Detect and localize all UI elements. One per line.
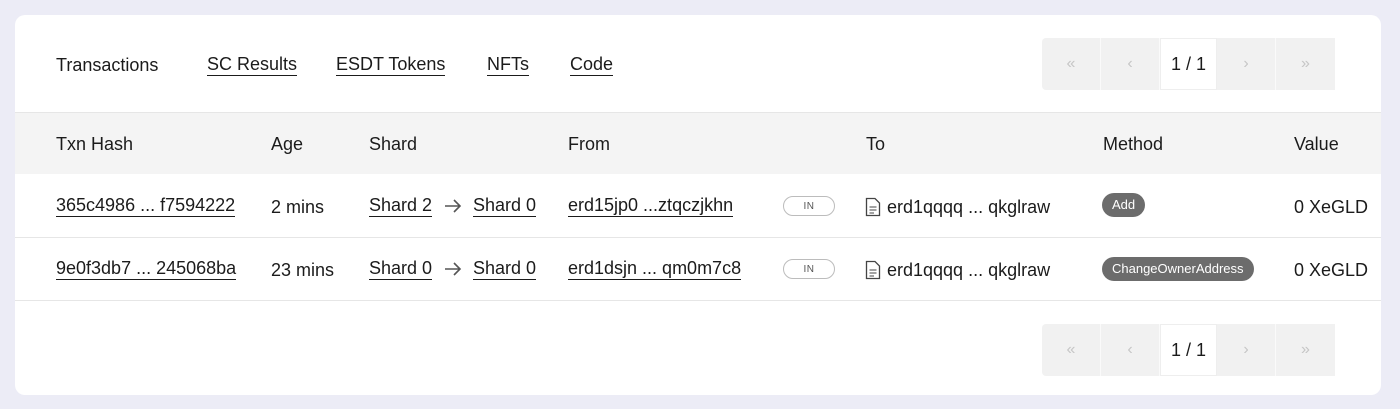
next-page-button[interactable]: › [1217,38,1276,90]
direction-badge: IN [783,196,835,216]
table-row: 9e0f3db7 ... 245068ba 23 mins Shard 0 Sh… [15,238,1381,301]
column-shard: Shard [369,134,418,154]
shard-to-link[interactable]: Shard 0 [473,258,537,280]
contract-file-icon [865,197,881,217]
prev-page-button[interactable]: ‹ [1101,324,1160,376]
method-badge: Add [1102,193,1146,217]
tab-code[interactable]: Code [570,53,614,76]
txn-value: 0 XeGLD [1294,260,1369,280]
double-chevron-left-icon: « [1066,341,1076,358]
from-address-link[interactable]: erd1dsjn ... qm0m7c8 [568,258,742,280]
double-chevron-right-icon: » [1301,341,1310,358]
column-txn-hash: Txn Hash [56,134,134,154]
transactions-card: Transactions SC Results ESDT Tokens NFTs… [15,15,1381,395]
tab-nfts[interactable]: NFTs [487,53,529,76]
contract-file-icon [865,260,881,280]
column-method: Method [1103,134,1164,154]
first-page-button[interactable]: « [1042,38,1101,90]
chevron-right-icon: › [1243,55,1249,72]
last-page-button[interactable]: » [1276,324,1335,376]
arrow-right-icon [445,199,462,213]
pagination-top: « ‹ 1 / 1 › » [1042,38,1339,90]
txn-age: 23 mins [271,260,335,280]
chevron-left-icon: ‹ [1127,341,1133,358]
last-page-button[interactable]: » [1276,38,1335,90]
chevron-right-icon: › [1243,341,1249,358]
tab-esdt-tokens[interactable]: ESDT Tokens [336,53,446,76]
from-address-link[interactable]: erd15jp0 ...ztqczjkhn [568,195,734,217]
double-chevron-right-icon: » [1301,55,1310,72]
column-to: To [866,134,886,154]
tab-transactions[interactable]: Transactions [56,53,158,77]
column-from: From [568,134,610,154]
to-address[interactable]: erd1qqqq ... qkglraw [887,258,1050,282]
arrow-right-icon [445,262,462,276]
prev-page-button[interactable]: ‹ [1101,38,1160,90]
to-address[interactable]: erd1qqqq ... qkglraw [887,195,1050,219]
first-page-button[interactable]: « [1042,324,1101,376]
tab-sc-results[interactable]: SC Results [207,53,298,76]
pagination-bottom: « ‹ 1 / 1 › » [1042,324,1339,376]
page-indicator: 1 / 1 [1160,38,1217,90]
next-page-button[interactable]: › [1217,324,1276,376]
page-indicator: 1 / 1 [1160,324,1217,376]
double-chevron-left-icon: « [1066,55,1076,72]
txn-age: 2 mins [271,197,325,217]
table-header: Txn Hash Age Shard From To Method Value [15,112,1381,174]
txn-hash-link[interactable]: 365c4986 ... f7594222 [56,195,236,217]
column-age: Age [271,134,304,154]
tab-bar: Transactions SC Results ESDT Tokens NFTs… [15,15,1381,111]
method-badge: ChangeOwnerAddress [1102,257,1254,281]
column-value: Value [1294,134,1339,154]
table-row: 365c4986 ... f7594222 2 mins Shard 2 Sha… [15,175,1381,238]
shard-to-link[interactable]: Shard 0 [473,195,537,217]
txn-value: 0 XeGLD [1294,197,1369,217]
txn-hash-link[interactable]: 9e0f3db7 ... 245068ba [56,258,237,280]
shard-from-link[interactable]: Shard 0 [369,258,433,280]
direction-badge: IN [783,259,835,279]
chevron-left-icon: ‹ [1127,55,1133,72]
shard-from-link[interactable]: Shard 2 [369,195,433,217]
